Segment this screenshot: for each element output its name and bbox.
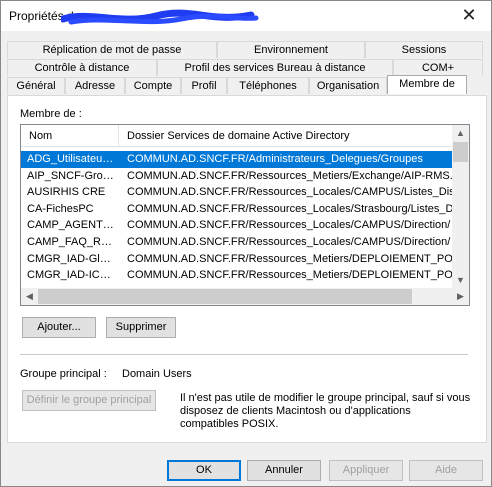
remove-button[interactable]: Supprimer: [106, 317, 176, 338]
tab-account[interactable]: Compte: [125, 77, 181, 94]
group-name: CAMP_AGENT_...: [27, 219, 115, 232]
tab-row-1: Réplication de mot de passe Environnemen…: [7, 41, 483, 58]
tab-remote-control[interactable]: Contrôle à distance: [7, 59, 157, 76]
member-of-label: Membre de :: [20, 108, 82, 120]
tab-password-replication[interactable]: Réplication de mot de passe: [7, 41, 217, 58]
group-name: AUSIRHIS CRE: [27, 186, 106, 199]
apply-button[interactable]: Appliquer: [329, 460, 403, 481]
tab-profile[interactable]: Profil: [181, 77, 227, 94]
tab-environment[interactable]: Environnement: [217, 41, 365, 58]
list-item[interactable]: CA-FichesPC COMMUN.AD.SNCF.FR/Ressources…: [21, 201, 453, 218]
close-icon[interactable]: ✕: [447, 1, 491, 31]
arrow-down-icon[interactable]: ▼: [452, 272, 469, 289]
list-item[interactable]: CAMP_FAQ_RG... COMMUN.AD.SNCF.FR/Ressour…: [21, 234, 453, 251]
horizontal-scroll-thumb[interactable]: [38, 289, 412, 304]
list-item[interactable]: CAMP_AGENT_... COMMUN.AD.SNCF.FR/Ressour…: [21, 217, 453, 234]
properties-dialog: Propriétés de ✕ Réplication de mot de pa…: [0, 0, 492, 487]
tab-com-plus[interactable]: COM+: [393, 59, 483, 76]
redaction-scribble: [61, 9, 259, 25]
primary-group-value: Domain Users: [122, 368, 192, 380]
tab-rds-profile[interactable]: Profil des services Bureau à distance: [157, 59, 393, 76]
list-header: Nom Dossier Services de domaine Active D…: [21, 125, 453, 147]
add-button[interactable]: Ajouter...: [22, 317, 96, 338]
group-name: CMGR_IAD-Glob...: [27, 252, 115, 265]
primary-group-note: Il n'est pas utile de modifier le groupe…: [180, 392, 471, 430]
group-name: CMGR_IAD-IC@...: [27, 269, 115, 282]
group-name: CA-FichesPC: [27, 202, 94, 215]
group-path: COMMUN.AD.SNCF.FR/Ressources_Locales/CAM…: [127, 186, 453, 199]
group-path: COMMUN.AD.SNCF.FR/Administrateurs_Delegu…: [127, 153, 423, 165]
member-of-panel: Membre de : Nom Dossier Services de doma…: [7, 95, 487, 443]
tab-organization[interactable]: Organisation: [309, 77, 387, 94]
list-item[interactable]: CMGR_IAD-Glob... COMMUN.AD.SNCF.FR/Resso…: [21, 251, 453, 268]
horizontal-scrollbar[interactable]: ◀ ▶: [21, 288, 469, 305]
list-item[interactable]: ADG_Utilisateurs... COMMUN.AD.SNCF.FR/Ad…: [21, 151, 453, 168]
column-header-name[interactable]: Nom: [21, 125, 119, 147]
group-path: COMMUN.AD.SNCF.FR/Ressources_Locales/CAM…: [127, 235, 451, 248]
group-path: COMMUN.AD.SNCF.FR/Ressources_Metiers/DEP…: [127, 252, 453, 265]
cancel-button[interactable]: Annuler: [247, 460, 321, 481]
tab-telephones[interactable]: Téléphones: [227, 77, 309, 94]
group-name: CAMP_FAQ_RG...: [27, 235, 115, 248]
arrow-up-icon[interactable]: ▲: [452, 125, 469, 142]
vertical-scroll-thumb[interactable]: [453, 142, 468, 162]
group-path: COMMUN.AD.SNCF.FR/Ressources_Metiers/Exc…: [127, 169, 453, 182]
primary-group-label: Groupe principal :: [20, 368, 107, 380]
tab-general[interactable]: Général: [7, 77, 65, 94]
tab-member-of[interactable]: Membre de: [387, 75, 467, 94]
group-path: COMMUN.AD.SNCF.FR/Ressources_Locales/Str…: [127, 202, 453, 215]
help-button[interactable]: Aide: [409, 460, 483, 481]
group-name: AIP_SNCF-Group...: [27, 169, 115, 182]
list-item[interactable]: AIP_SNCF-Group... COMMUN.AD.SNCF.FR/Ress…: [21, 168, 453, 185]
group-path: COMMUN.AD.SNCF.FR/Ressources_Metiers/DEP…: [127, 269, 453, 282]
tab-row-3: Général Adresse Compte Profil Téléphones…: [7, 75, 467, 94]
list-item[interactable]: AUSIRHIS CRE COMMUN.AD.SNCF.FR/Ressource…: [21, 184, 453, 201]
list-item[interactable]: CMGR_IAD-IC@... COMMUN.AD.SNCF.FR/Ressou…: [21, 267, 453, 284]
arrow-left-icon[interactable]: ◀: [21, 288, 38, 305]
group-name: ADG_Utilisateurs...: [27, 153, 115, 165]
tab-sessions[interactable]: Sessions: [365, 41, 483, 58]
tab-address[interactable]: Adresse: [65, 77, 125, 94]
tab-row-2: Contrôle à distance Profil des services …: [7, 59, 483, 76]
ok-button[interactable]: OK: [167, 460, 241, 481]
list-rows: ADG_Utilisateurs... COMMUN.AD.SNCF.FR/Ad…: [21, 151, 453, 284]
vertical-scrollbar[interactable]: ▲ ▼: [452, 125, 469, 289]
group-path: COMMUN.AD.SNCF.FR/Ressources_Locales/CAM…: [127, 219, 451, 232]
title-bar[interactable]: Propriétés de ✕: [1, 1, 491, 31]
set-primary-group-button[interactable]: Définir le groupe principal: [22, 390, 156, 411]
column-header-path[interactable]: Dossier Services de domaine Active Direc…: [119, 125, 453, 147]
divider: [20, 354, 468, 355]
groups-list[interactable]: Nom Dossier Services de domaine Active D…: [20, 124, 470, 306]
arrow-right-icon[interactable]: ▶: [452, 288, 469, 305]
